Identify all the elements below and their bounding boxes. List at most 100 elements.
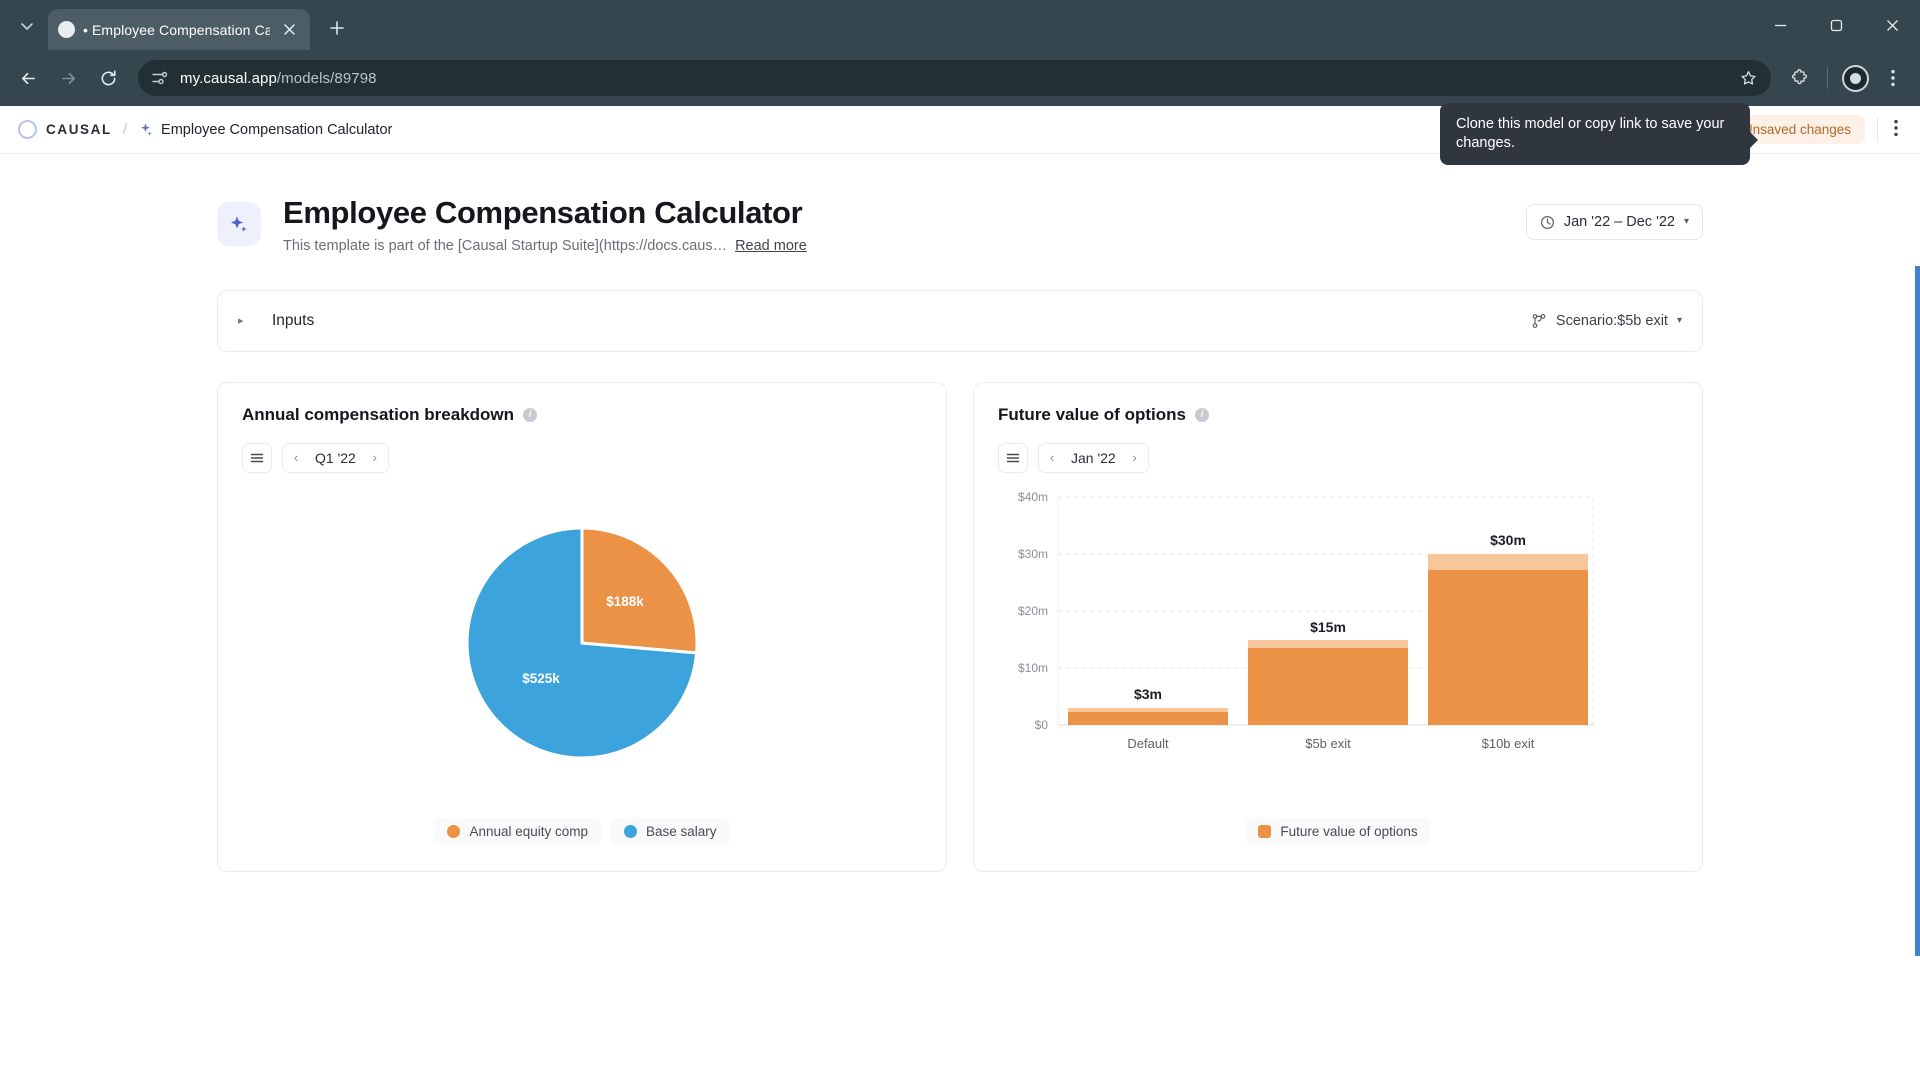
minimize-button[interactable] bbox=[1752, 0, 1808, 50]
app-header-actions: Clone this model or copy link to save yo… bbox=[1440, 103, 1902, 166]
chart-card-bar: Future value of options i ‹ Jan '22 › $4… bbox=[973, 381, 1703, 872]
tab-search-button[interactable] bbox=[10, 9, 44, 43]
sparkle-icon bbox=[138, 122, 153, 137]
chevron-down-icon: ▾ bbox=[1676, 314, 1682, 326]
model-canvas: Employee Compensation Calculator This te… bbox=[0, 154, 1920, 1080]
bar-group-default[interactable]: $3m Default bbox=[1068, 686, 1228, 751]
bar-value-label: $3m bbox=[1134, 686, 1162, 702]
maximize-button[interactable] bbox=[1808, 0, 1864, 50]
bar-chart-svg[interactable]: $40m $30m $20m $10m $0 $3m Default $15m … bbox=[998, 483, 1598, 783]
extensions-button[interactable] bbox=[1783, 61, 1817, 95]
bar-chart: $40m $30m $20m $10m $0 $3m Default $15m … bbox=[998, 483, 1678, 814]
close-icon[interactable] bbox=[278, 19, 300, 41]
kebab-menu-icon bbox=[1891, 69, 1895, 87]
kebab-menu-icon bbox=[1894, 119, 1898, 136]
pie-chart-svg[interactable]: $188k $525k bbox=[452, 513, 712, 773]
date-range-selector[interactable]: Jan '22 – Dec '22 ▾ bbox=[1525, 204, 1703, 240]
browser-tab[interactable]: • Employee Compensation Calc bbox=[48, 9, 310, 50]
bar-period-stepper: ‹ Jan '22 › bbox=[1038, 442, 1149, 473]
legend-item[interactable]: Future value of options bbox=[1245, 817, 1431, 845]
list-view-icon[interactable] bbox=[242, 442, 272, 473]
legend-label: Future value of options bbox=[1280, 823, 1418, 839]
bar-body[interactable] bbox=[1248, 639, 1408, 725]
legend-swatch-icon bbox=[447, 824, 461, 838]
chart-card-pie: Annual compensation breakdown i ‹ Q1 '22… bbox=[217, 381, 947, 872]
app-header: CAUSAL / Employee Compensation Calculato… bbox=[0, 103, 1920, 166]
application: CAUSAL / Employee Compensation Calculato… bbox=[0, 103, 1920, 1080]
legend-swatch-icon bbox=[1258, 824, 1272, 838]
pie-legend: Annual equity comp Base salary bbox=[242, 817, 922, 845]
reload-button[interactable] bbox=[90, 60, 126, 96]
pie-card-title: Annual compensation breakdown bbox=[242, 404, 515, 424]
tab-title: • Employee Compensation Calc bbox=[83, 21, 270, 38]
y-tick-label: $20m bbox=[1018, 604, 1048, 618]
model-icon bbox=[217, 202, 261, 246]
pie-card-header: Annual compensation breakdown i bbox=[242, 405, 922, 425]
causal-logo-icon[interactable] bbox=[18, 120, 37, 139]
bar-body[interactable] bbox=[1428, 553, 1588, 725]
period-next-button[interactable]: › bbox=[1122, 444, 1148, 472]
brand-name[interactable]: CAUSAL bbox=[46, 122, 112, 137]
bar-period-label: Jan '22 bbox=[1071, 449, 1116, 466]
inputs-section[interactable]: ▸ Inputs Scenario:$5b exit ▾ bbox=[217, 289, 1703, 352]
breadcrumb-model-name[interactable]: Employee Compensation Calculator bbox=[161, 122, 392, 138]
window-controls bbox=[1752, 0, 1920, 50]
tune-icon[interactable] bbox=[152, 70, 168, 86]
browser-window: • Employee Compensation Calc my.causal.a… bbox=[0, 0, 1920, 1080]
app-overflow-menu-button[interactable] bbox=[1890, 119, 1902, 141]
pie-value-label-equity: $188k bbox=[606, 594, 644, 609]
bar-card-header: Future value of options i bbox=[998, 405, 1678, 425]
arrow-right-icon bbox=[61, 72, 75, 84]
page-title[interactable]: Employee Compensation Calculator bbox=[283, 195, 1526, 231]
close-window-button[interactable] bbox=[1864, 0, 1920, 50]
new-tab-button[interactable] bbox=[320, 11, 354, 45]
chevron-down-icon: ▾ bbox=[1683, 216, 1689, 227]
bar-group-5b-exit[interactable]: $15m $5b exit bbox=[1248, 619, 1408, 751]
bar-cap bbox=[1248, 639, 1408, 648]
info-icon[interactable]: i bbox=[523, 407, 538, 422]
pie-period-label: Q1 '22 bbox=[315, 449, 356, 466]
scenario-selector[interactable]: Scenario:$5b exit ▾ bbox=[1531, 313, 1682, 329]
y-tick-label: $10m bbox=[1018, 661, 1048, 675]
legend-label: Base salary bbox=[646, 823, 717, 839]
page-title-block: Employee Compensation Calculator This te… bbox=[217, 195, 1703, 254]
period-prev-button[interactable]: ‹ bbox=[1039, 444, 1065, 472]
toolbar-divider bbox=[1827, 67, 1828, 89]
status-badge-label: Unsaved changes bbox=[1742, 122, 1851, 137]
pie-value-label-salary: $525k bbox=[522, 671, 560, 686]
period-next-button[interactable]: › bbox=[362, 444, 388, 472]
list-view-icon[interactable] bbox=[998, 442, 1028, 473]
chevron-right-icon[interactable]: ▸ bbox=[238, 314, 260, 327]
address-bar[interactable]: my.causal.app/models/89798 bbox=[138, 60, 1771, 96]
browser-menu-button[interactable] bbox=[1876, 61, 1910, 95]
info-icon[interactable]: i bbox=[1194, 407, 1209, 422]
profile-avatar bbox=[1841, 64, 1869, 92]
read-more-link[interactable]: Read more bbox=[735, 238, 807, 254]
scenario-label: Scenario:$5b exit bbox=[1555, 312, 1668, 329]
bar-value-label: $30m bbox=[1490, 532, 1526, 548]
back-button[interactable] bbox=[10, 60, 46, 96]
profile-button[interactable] bbox=[1838, 61, 1872, 95]
url-path: /models/89798 bbox=[276, 69, 377, 87]
star-icon[interactable] bbox=[1740, 70, 1757, 87]
bar-cap bbox=[1068, 707, 1228, 712]
legend-label: Annual equity comp bbox=[469, 823, 589, 839]
url-text: my.causal.app/models/89798 bbox=[180, 70, 377, 87]
reload-icon bbox=[101, 69, 116, 85]
bar-legend: Future value of options bbox=[998, 817, 1678, 845]
legend-swatch-icon bbox=[624, 824, 638, 838]
forward-button[interactable] bbox=[50, 60, 86, 96]
pie-slice-equity-comp[interactable] bbox=[580, 526, 699, 655]
sparkle-icon bbox=[231, 216, 247, 232]
bar-group-10b-exit[interactable]: $30m $10b exit bbox=[1428, 532, 1588, 751]
bar-value-label: $15m bbox=[1310, 619, 1346, 635]
bar-category-label: $5b exit bbox=[1305, 736, 1351, 751]
arrow-left-icon bbox=[21, 72, 35, 84]
y-tick-label: $40m bbox=[1018, 490, 1048, 504]
page-subtitle: This template is part of the [Causal Sta… bbox=[283, 238, 1526, 254]
bar-cap bbox=[1428, 553, 1588, 570]
legend-item[interactable]: Base salary bbox=[611, 817, 730, 845]
toolbar-actions bbox=[1783, 61, 1910, 95]
legend-item[interactable]: Annual equity comp bbox=[434, 817, 602, 845]
period-prev-button[interactable]: ‹ bbox=[283, 444, 309, 472]
